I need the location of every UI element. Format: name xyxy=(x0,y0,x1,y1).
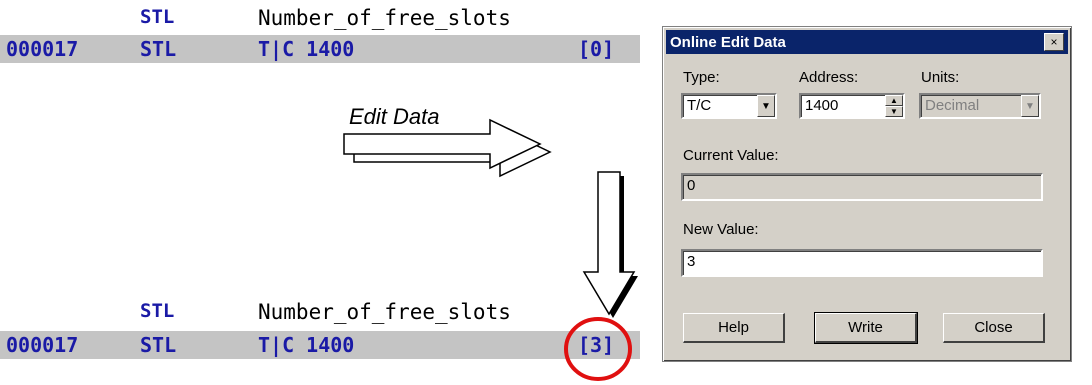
chevron-down-icon: ▼ xyxy=(1021,95,1039,117)
current-value-label: Current Value: xyxy=(683,147,779,164)
units-select-value: Decimal xyxy=(925,97,980,114)
help-button[interactable]: Help xyxy=(683,313,785,343)
dialog-title: Online Edit Data xyxy=(670,34,786,51)
address-spinner[interactable]: 1400 ▲ ▼ xyxy=(799,93,905,119)
units-label: Units: xyxy=(921,69,960,86)
edit-data-label: Edit Data xyxy=(349,104,440,129)
new-value: 3 xyxy=(687,253,696,270)
online-edit-data-dialog: Online Edit Data × Type: Address: Units:… xyxy=(662,26,1072,362)
close-button[interactable]: Close xyxy=(943,313,1045,343)
close-icon[interactable]: × xyxy=(1044,33,1064,51)
type-label: Type: xyxy=(683,69,720,86)
spin-up-icon[interactable]: ▲ xyxy=(885,95,903,106)
new-value-input[interactable]: 3 xyxy=(681,249,1043,277)
new-value-label: New Value: xyxy=(683,221,759,238)
chevron-down-icon[interactable]: ▼ xyxy=(757,95,775,117)
current-value-field: 0 xyxy=(681,173,1043,201)
down-arrow-icon xyxy=(582,171,638,318)
write-button[interactable]: Write xyxy=(814,312,918,344)
type-select-value: T/C xyxy=(687,97,712,114)
type-select[interactable]: T/C ▼ xyxy=(681,93,777,119)
units-select: Decimal ▼ xyxy=(919,93,1041,119)
address-value: 1400 xyxy=(805,97,839,114)
address-label: Address: xyxy=(799,69,859,86)
spin-down-icon[interactable]: ▼ xyxy=(885,106,903,117)
dialog-titlebar[interactable]: Online Edit Data × xyxy=(666,30,1068,54)
current-value: 0 xyxy=(687,177,696,194)
highlight-circle xyxy=(564,317,632,381)
